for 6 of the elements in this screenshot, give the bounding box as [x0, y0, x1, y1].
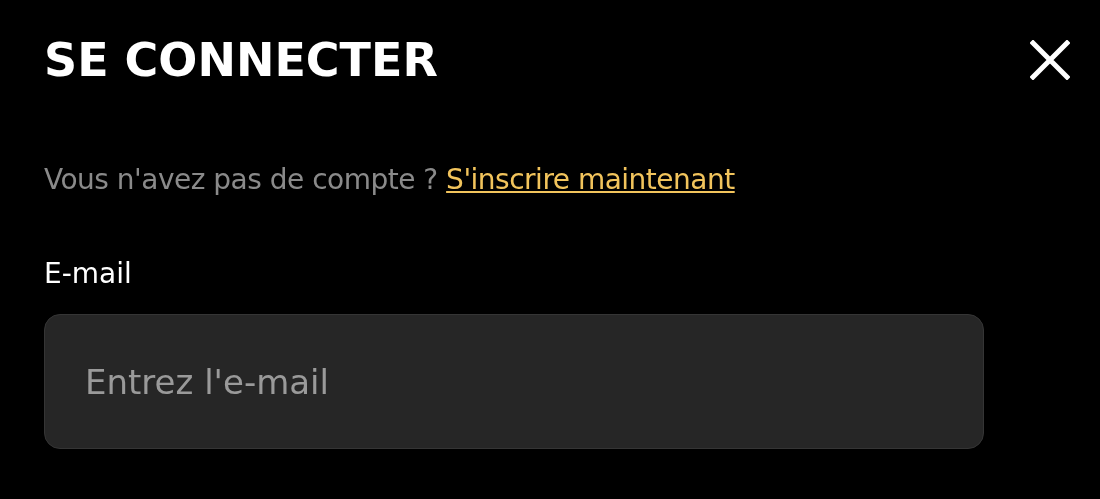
- close-button[interactable]: [1028, 38, 1072, 82]
- email-label: E-mail: [44, 256, 133, 292]
- signup-prompt: Vous n'avez pas de compte ? S'inscrire maintenant: [44, 162, 736, 198]
- email-input[interactable]: Entrez l'e-mail: [44, 314, 984, 449]
- signup-link[interactable]: S'inscrire maintenant: [446, 163, 735, 196]
- dialog-title: SE CONNECTER: [44, 32, 438, 89]
